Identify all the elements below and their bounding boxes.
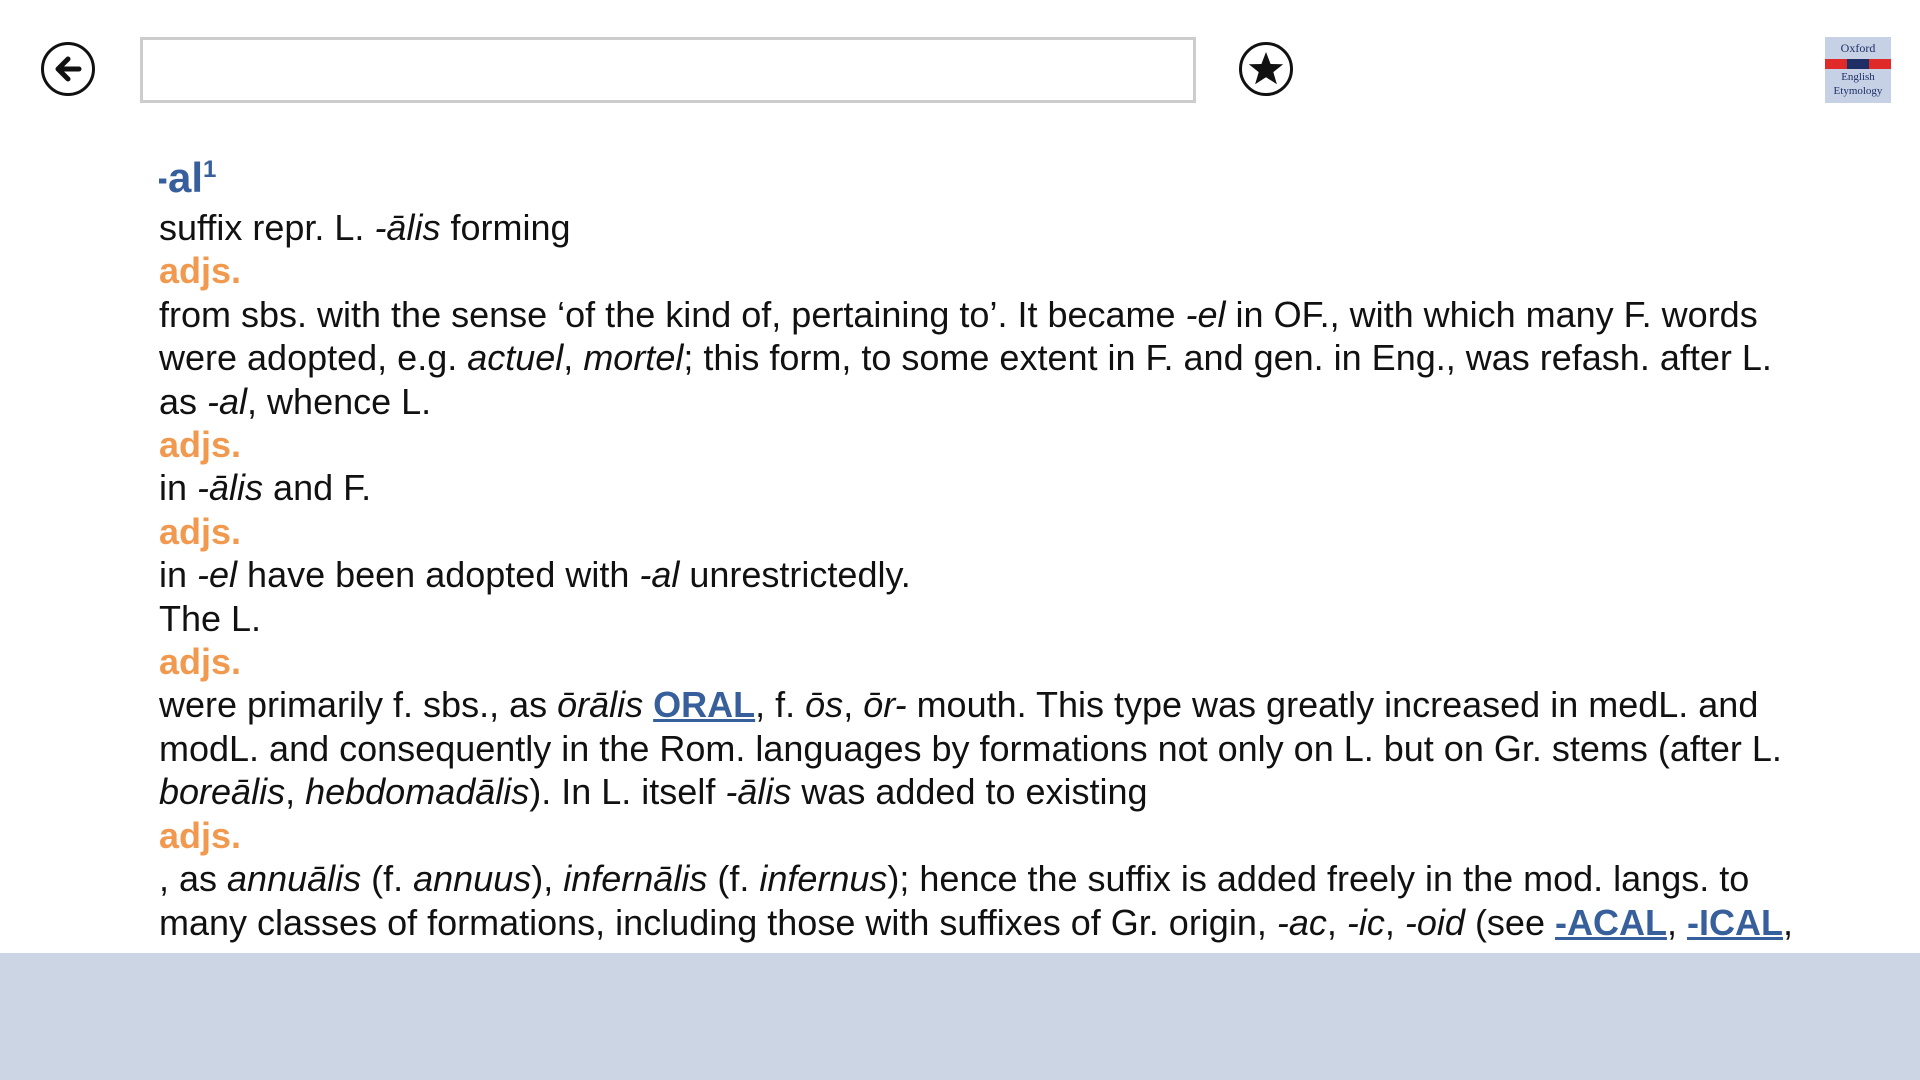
star-icon — [1248, 52, 1284, 85]
pos-label: adjs. — [159, 814, 242, 856]
homograph-number: 1 — [203, 156, 217, 183]
entry-text-line: as -al, whence L. — [159, 380, 432, 422]
entry-text-line: , as annuālis (f. annuus), infernālis (f… — [159, 858, 1750, 900]
cross-ref-link-acal[interactable]: -ACAL — [1555, 902, 1667, 943]
logo-line-1: Oxford — [1840, 41, 1876, 55]
pos-label: adjs. — [159, 250, 242, 292]
favorite-button[interactable] — [1239, 42, 1293, 96]
entry-text-line: suffix repr. L. -ālis forming — [159, 207, 571, 248]
logo-stripe — [1825, 59, 1891, 69]
entry-text-line: many classes of formations, including th… — [159, 901, 1793, 943]
logo-line-3: Etymology — [1833, 85, 1883, 97]
search-input[interactable] — [140, 37, 1196, 103]
entry-content: -al1 suffix repr. L. -ālis forming adjs.… — [159, 150, 1879, 950]
entry-text-line: boreālis, hebdomadālis). In L. itself -ā… — [159, 771, 1148, 813]
entry-text-line: The L. — [159, 597, 262, 639]
app-logo: Oxford English Etymology — [1825, 37, 1891, 103]
entry-text-line: were primarily f. sbs., as ōrālis ORAL, … — [159, 684, 1759, 726]
bottom-panel — [0, 953, 1920, 1080]
entry-headword: -al1 — [159, 154, 217, 201]
cross-ref-link-ical[interactable]: -ICAL — [1687, 902, 1783, 943]
entry-text-line: in -ālis and F. — [159, 467, 372, 509]
entry-text-line: from sbs. with the sense ‘of the kind of… — [159, 293, 1758, 335]
pos-label: adjs. — [159, 424, 242, 466]
cross-ref-link-oral[interactable]: ORAL — [653, 684, 755, 725]
pos-label: adjs. — [159, 641, 242, 683]
entry-text-line: were adopted, e.g. actuel, mortel; this … — [159, 337, 1772, 379]
logo-line-2: English — [1841, 71, 1875, 83]
toolbar: Oxford English Etymology — [0, 0, 1920, 140]
entry-text-line: modL. and consequently in the Rom. langu… — [159, 727, 1782, 769]
entry-text-line: in -el have been adopted with -al unrest… — [159, 554, 911, 596]
pos-label: adjs. — [159, 510, 242, 552]
back-button[interactable] — [41, 42, 95, 96]
arrow-left-icon — [55, 56, 82, 82]
